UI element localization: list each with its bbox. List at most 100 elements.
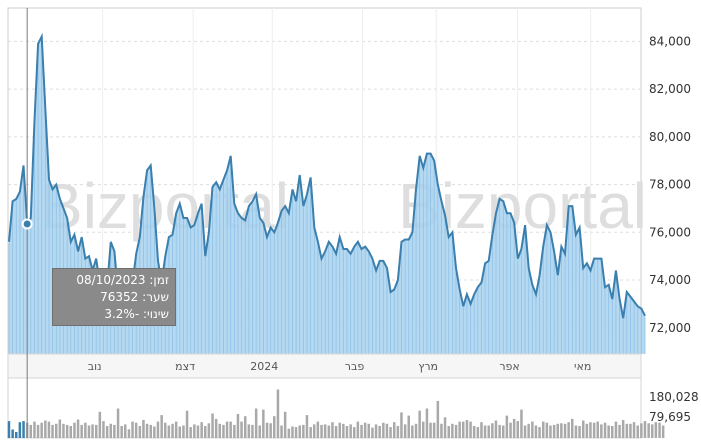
volume-bar <box>287 428 291 438</box>
volume-bar <box>422 421 425 438</box>
tooltip-date-value: 08/10/2023 <box>76 273 146 287</box>
volume-bar <box>516 421 519 438</box>
volume-bar <box>222 424 225 438</box>
volume-bar <box>298 425 301 438</box>
volume-bar <box>240 421 243 438</box>
volume-bar <box>385 423 389 438</box>
volume-bar <box>462 421 465 438</box>
x-tick-label: פבר <box>345 360 365 373</box>
volume-bar <box>629 423 632 438</box>
volume-bar <box>592 422 596 438</box>
volume-bar <box>320 424 323 438</box>
volume-bar <box>269 423 272 438</box>
volume-bar <box>160 415 163 438</box>
volume-bar <box>563 423 567 438</box>
volume-bar <box>596 421 599 438</box>
volume-bar <box>451 423 454 438</box>
volume-bar <box>651 424 654 438</box>
volume-bar <box>55 423 58 438</box>
volume-bar <box>207 423 211 438</box>
volume-bar <box>494 420 498 438</box>
volume-bar <box>11 429 14 438</box>
volume-bar <box>636 425 639 438</box>
volume-bar <box>276 389 280 438</box>
volume-bar <box>18 422 22 438</box>
volume-bar <box>178 426 181 438</box>
volume-bar <box>472 426 476 438</box>
volume-bar <box>621 420 625 438</box>
tooltip-date-label: זמן: <box>149 273 169 287</box>
volume-bar <box>327 425 331 438</box>
volume-bar <box>560 423 563 438</box>
volume-bar <box>498 424 501 438</box>
volume-bar <box>585 423 589 438</box>
x-axis-band <box>7 353 642 379</box>
volume-bar <box>582 420 585 438</box>
volume-bar <box>204 426 207 438</box>
volume-bar <box>443 417 447 438</box>
volume-bar <box>134 422 138 438</box>
volume-bar <box>211 413 214 438</box>
volume-bar <box>62 423 65 438</box>
volume-bar <box>534 425 538 438</box>
volume-bar <box>98 411 102 438</box>
volume-bar <box>403 424 407 438</box>
volume-bar <box>549 425 552 438</box>
volume-bar <box>345 426 349 438</box>
volume-bar <box>425 408 429 438</box>
volume-bar <box>15 432 18 438</box>
volume-bar <box>225 421 229 438</box>
volume-bar <box>338 422 341 438</box>
volume-bar <box>174 421 178 438</box>
tooltip-change-row: שינוי: -3.2% <box>59 306 169 323</box>
volume-bar <box>131 421 134 438</box>
volume-bar <box>105 426 109 438</box>
volume-bar <box>542 421 545 438</box>
price-chart[interactable]: Bizportal Bizportal 72,000 74,000 76,000 78… <box>0 0 701 443</box>
x-tick-label: מרץ <box>418 360 438 373</box>
y-tick-label: 80,000 <box>649 130 691 144</box>
volume-bar <box>367 423 370 438</box>
volume-bar <box>607 425 610 438</box>
volume-bar <box>200 422 203 438</box>
volume-bar <box>520 409 523 438</box>
volume-bar <box>393 422 396 438</box>
price-chart-svg[interactable]: Bizportal Bizportal 72,00074,00076,00078… <box>0 0 701 443</box>
volume-bar <box>189 427 192 438</box>
y-axis-ticks: 72,000 74,000 76,000 78,000 80,000 82,000 84,0… <box>649 34 691 334</box>
volume-bar <box>69 426 72 438</box>
volume-bar <box>294 427 298 438</box>
volume-bar <box>247 424 251 438</box>
volume-bar <box>334 426 338 438</box>
y-tick-label: 72,000 <box>649 321 691 335</box>
volume-bar <box>661 425 665 438</box>
volume-bar <box>469 421 472 438</box>
volume-bar <box>640 423 643 438</box>
volume-bar <box>603 422 607 438</box>
volume-bar <box>458 421 461 438</box>
volume-bar <box>193 424 196 438</box>
volume-bar <box>432 422 436 438</box>
volume-bar <box>378 426 381 438</box>
volume-bar <box>109 423 112 438</box>
volume-bar <box>567 422 570 438</box>
volume-bar <box>556 423 559 438</box>
volume-bar <box>538 427 541 438</box>
volume-bar <box>196 425 200 438</box>
tooltip-date-row: זמן: 08/10/2023 <box>59 272 169 289</box>
volume-bar <box>654 422 658 438</box>
volume-bar <box>167 425 171 438</box>
volume-bar <box>33 421 36 438</box>
volume-bar <box>44 420 47 438</box>
tooltip-price-row: שער: 76352 <box>59 289 169 306</box>
volume-bar <box>483 425 487 438</box>
volume-bar <box>600 424 603 438</box>
volume-bar <box>51 424 54 438</box>
volume-bar <box>552 424 556 438</box>
y-tick-label: 76,000 <box>649 225 691 239</box>
volume-bar <box>283 411 287 438</box>
volume-bar <box>265 422 269 438</box>
volume-bar <box>545 422 549 438</box>
crosshair-marker[interactable] <box>21 218 33 230</box>
volume-bar <box>396 426 400 438</box>
